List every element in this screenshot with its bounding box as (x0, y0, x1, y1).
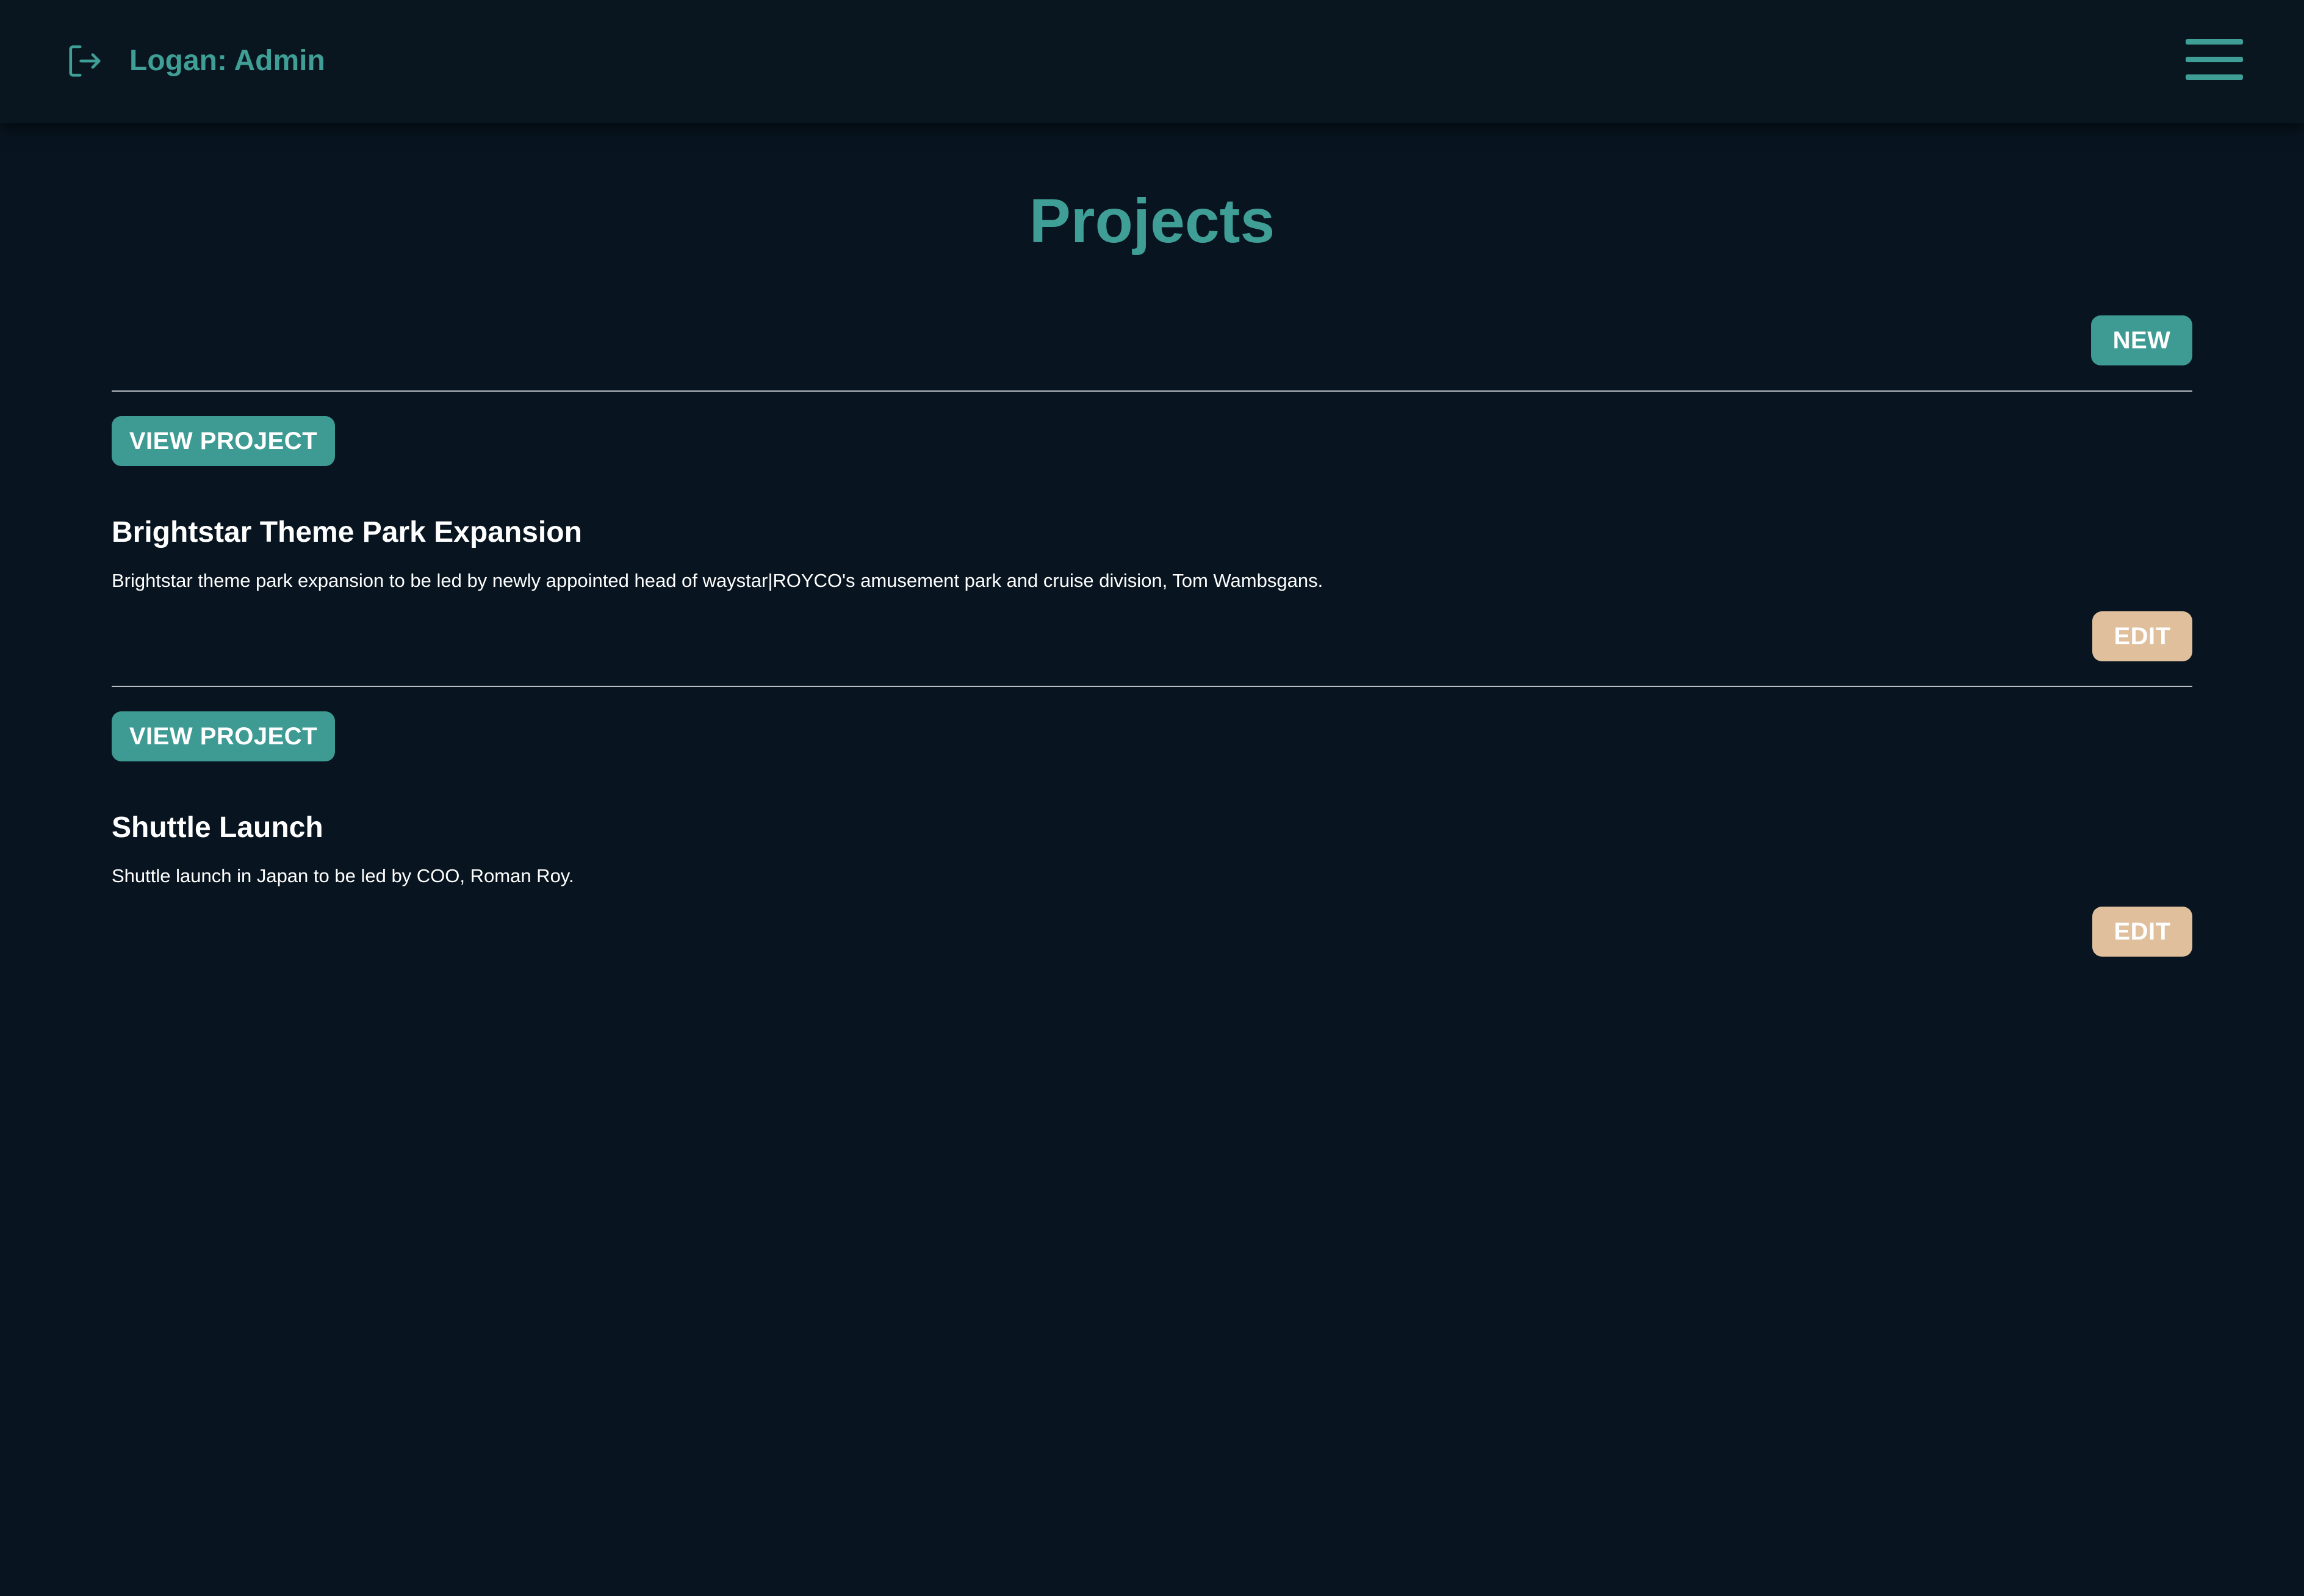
page-title: Projects (1029, 186, 1275, 256)
project-description: Shuttle launch in Japan to be led by COO… (112, 865, 574, 886)
project-title: Brightstar Theme Park Expansion (112, 516, 582, 548)
current-user-label: Logan: Admin (129, 45, 325, 77)
project-description: Brightstar theme park expansion to be le… (112, 570, 1323, 591)
menu-bar-top (2186, 39, 2243, 45)
top-navigation-bar: Logan: Admin (0, 0, 2304, 123)
new-project-button[interactable]: NEW (2091, 315, 2192, 365)
view-project-button[interactable]: VIEW PROJECT (112, 416, 335, 466)
edit-project-button[interactable]: EDIT (2092, 611, 2192, 661)
divider (112, 390, 2192, 392)
logout-icon[interactable] (66, 42, 104, 80)
hamburger-menu-icon[interactable] (2186, 39, 2243, 81)
divider (112, 686, 2192, 687)
edit-project-button[interactable]: EDIT (2092, 907, 2192, 957)
project-title: Shuttle Launch (112, 811, 323, 844)
menu-bar-middle (2186, 57, 2243, 62)
view-project-button[interactable]: VIEW PROJECT (112, 711, 335, 761)
menu-bar-bottom (2186, 74, 2243, 80)
